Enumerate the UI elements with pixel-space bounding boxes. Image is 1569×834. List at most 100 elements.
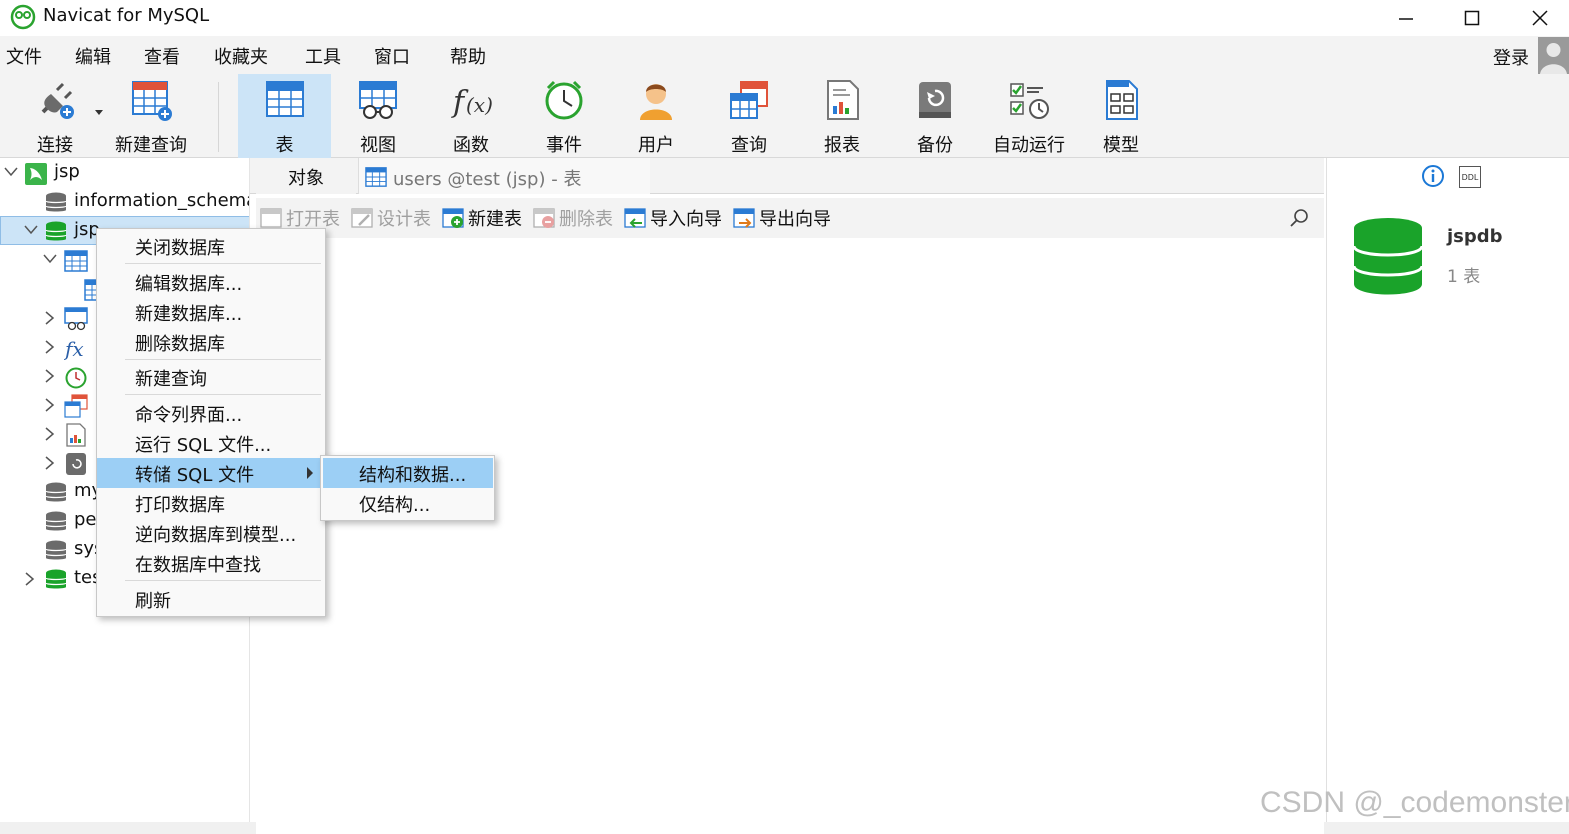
submenu-structure-and-data[interactable]: 结构和数据... (323, 458, 493, 488)
new-table-button[interactable]: 新建表 (442, 206, 522, 230)
ctx-new-db[interactable]: 新建数据库... (97, 297, 325, 327)
tool-event[interactable]: 事件 (519, 74, 609, 158)
search-icon[interactable] (1288, 207, 1310, 229)
design-table-button[interactable]: 设计表 (351, 206, 431, 230)
object-list-area[interactable] (256, 238, 1324, 834)
toolbar-separator (218, 82, 219, 152)
menu-view[interactable]: 查看 (144, 43, 180, 69)
user-icon (640, 84, 672, 120)
avatar[interactable] (1538, 37, 1569, 74)
svg-text:fx: fx (64, 337, 84, 360)
navicat-logo-icon (10, 4, 36, 30)
menu-bar: 文件 编辑 查看 收藏夹 工具 窗口 帮助 (0, 36, 1569, 74)
submenu-structure-only[interactable]: 仅结构... (323, 488, 493, 518)
tree-connection-jsp[interactable]: jsp (0, 159, 249, 188)
chevron-down-icon[interactable] (24, 225, 38, 235)
function-icon: f (x) (451, 85, 493, 120)
database-icon (45, 192, 67, 212)
delete-table-icon (533, 208, 555, 228)
tool-table[interactable]: 表 (238, 74, 331, 158)
ctx-run-sql[interactable]: 运行 SQL 文件... (97, 428, 325, 458)
chevron-down-icon[interactable] (43, 254, 57, 264)
minimize-icon (1399, 18, 1413, 20)
tool-automation[interactable]: 自动运行 (983, 74, 1075, 158)
ctx-new-query[interactable]: 新建查询 (97, 362, 325, 392)
close-icon (1532, 10, 1548, 26)
tab-users-table[interactable]: users @test (jsp) - 表 (358, 158, 650, 194)
ctx-refresh[interactable]: 刷新 (97, 584, 325, 614)
model-icon (1106, 80, 1138, 120)
ctx-edit-db[interactable]: 编辑数据库... (97, 267, 325, 297)
main-toolbar: 连接 新建查询 表 视图 f (x) 函数 事件 用户 查询 报表 备份 自动运… (0, 74, 1569, 158)
menu-help[interactable]: 帮助 (450, 43, 486, 69)
chevron-right-icon[interactable] (45, 311, 55, 325)
query-icon (64, 394, 88, 418)
chevron-right-icon[interactable] (45, 427, 55, 441)
new-query-button[interactable]: 新建查询 (110, 74, 192, 158)
maximize-button[interactable] (1442, 0, 1502, 36)
info-db-name: jspdb (1447, 226, 1503, 247)
chevron-right-icon[interactable] (45, 340, 55, 354)
chevron-down-icon[interactable] (95, 110, 103, 116)
open-table-button[interactable]: 打开表 (260, 206, 340, 230)
export-wizard-button[interactable]: 导出向导 (733, 206, 831, 230)
clock-icon (65, 367, 87, 389)
menu-file[interactable]: 文件 (6, 43, 42, 69)
tool-user[interactable]: 用户 (611, 74, 701, 158)
tool-model[interactable]: 模型 (1076, 74, 1166, 158)
submenu-arrow-icon (307, 467, 313, 479)
ctx-reverse-model[interactable]: 逆向数据库到模型... (97, 518, 325, 548)
dump-sql-submenu: 结构和数据... 仅结构... (320, 455, 495, 521)
ctx-dump-sql[interactable]: 转储 SQL 文件 (97, 458, 325, 488)
object-toolbar: 打开表 设计表 新建表 删除表 导入向导 导出向导 (256, 198, 1324, 238)
chevron-right-icon[interactable] (25, 572, 35, 586)
ctx-find-in-db[interactable]: 在数据库中查找 (97, 548, 325, 578)
tool-query[interactable]: 查询 (704, 74, 794, 158)
tool-function[interactable]: f (x) 函数 (426, 74, 516, 158)
chevron-down-icon[interactable] (4, 167, 18, 177)
clock-icon (545, 80, 583, 120)
tree-db-information-schema[interactable]: information_schema (0, 188, 249, 217)
table-icon (64, 250, 88, 272)
chevron-right-icon[interactable] (45, 398, 55, 412)
tab-objects[interactable]: 对象 (256, 160, 356, 194)
chevron-right-icon[interactable] (45, 369, 55, 383)
ctx-separator (125, 263, 321, 264)
backup-icon (66, 453, 86, 475)
design-table-icon (351, 208, 373, 228)
table-icon (265, 81, 304, 117)
info-icon[interactable] (1421, 164, 1445, 188)
export-icon (733, 208, 755, 228)
delete-table-button[interactable]: 删除表 (533, 206, 613, 230)
ctx-print-db[interactable]: 打印数据库 (97, 488, 325, 518)
connect-button[interactable]: 连接 (20, 74, 90, 158)
view-icon (359, 81, 397, 119)
function-icon: fx (64, 337, 84, 360)
menu-edit[interactable]: 编辑 (75, 43, 111, 69)
maximize-icon (1464, 10, 1480, 26)
database-icon (45, 482, 67, 502)
database-large-icon (1352, 218, 1424, 295)
import-wizard-button[interactable]: 导入向导 (624, 206, 722, 230)
ddl-icon[interactable]: DDL (1459, 166, 1481, 188)
login-link[interactable]: 登录 (1493, 44, 1529, 70)
title-bar: Navicat for MySQL (0, 0, 1569, 36)
close-button[interactable] (1510, 0, 1569, 36)
menu-favorites[interactable]: 收藏夹 (214, 43, 268, 69)
view-icon (64, 307, 88, 331)
tool-view[interactable]: 视图 (333, 74, 423, 158)
chevron-right-icon[interactable] (45, 456, 55, 470)
automation-icon (1010, 83, 1049, 119)
menu-tools[interactable]: 工具 (305, 43, 341, 69)
window-title: Navicat for MySQL (43, 5, 210, 26)
ctx-close-db[interactable]: 关闭数据库 (97, 231, 325, 261)
tool-backup[interactable]: 备份 (890, 74, 980, 158)
minimize-button[interactable] (1376, 0, 1436, 36)
ctx-delete-db[interactable]: 删除数据库 (97, 327, 325, 357)
import-icon (624, 208, 646, 228)
menu-window[interactable]: 窗口 (374, 43, 410, 69)
tool-report[interactable]: 报表 (797, 74, 887, 158)
new-table-icon (442, 208, 464, 228)
user-avatar-icon (1540, 43, 1567, 74)
ctx-console[interactable]: 命令列界面... (97, 398, 325, 428)
